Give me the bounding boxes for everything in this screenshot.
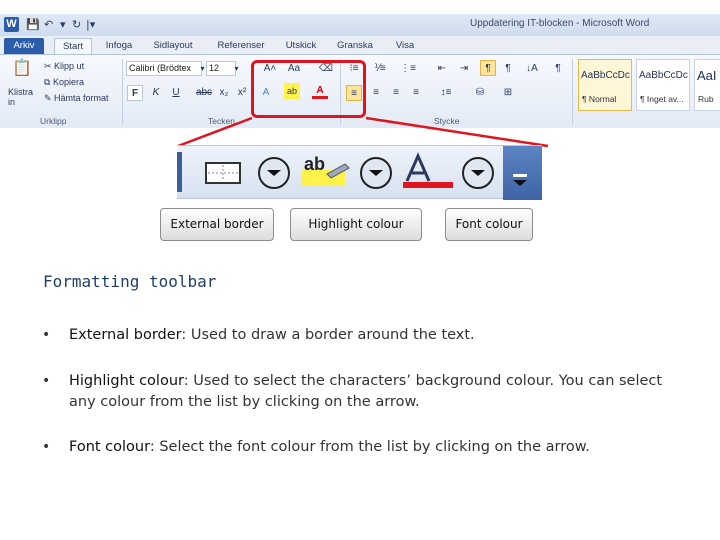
copy-button[interactable]: ⧉ Kopiera (44, 75, 84, 89)
paste-button[interactable]: Klistra in (8, 87, 38, 107)
zoom-edge-blue (503, 146, 542, 200)
style-preview: AaBbCcDc (639, 70, 688, 81)
paste-icon[interactable]: 📋 (12, 61, 32, 83)
format-painter-label: Hämta format (54, 93, 109, 103)
tab-review[interactable]: Granska (334, 38, 376, 54)
customize-icon[interactable]: |▾ (86, 17, 95, 33)
cut-label: Klipp ut (54, 61, 85, 71)
copy-icon: ⧉ (44, 77, 53, 87)
justify-icon[interactable]: ≡ (408, 85, 424, 101)
external-border-icon (205, 162, 241, 184)
bullet-term: Highlight colour (69, 373, 184, 389)
font-color-dropdown-icon (462, 157, 494, 189)
tab-start[interactable]: Start (54, 38, 92, 54)
word-logo-icon: W (4, 17, 19, 32)
tab-view[interactable]: Visa (390, 38, 420, 54)
bullet-dot: • (42, 373, 51, 389)
superscript-button[interactable]: x² (234, 85, 250, 101)
font-color-large-icon (403, 152, 453, 188)
font-size-dropdown-icon[interactable]: ▾ (232, 61, 241, 77)
tab-insert[interactable]: Infoga (98, 38, 140, 54)
tab-references[interactable]: Referenser (212, 38, 270, 54)
section-heading: Formatting toolbar (43, 272, 217, 291)
underline-button[interactable]: U (168, 85, 184, 101)
show-marks-icon[interactable]: ¶ (550, 61, 566, 77)
callout-external-border: External border (160, 208, 274, 241)
increase-indent-icon[interactable]: ⇥ (456, 61, 472, 77)
sort-icon[interactable]: ↓A (524, 61, 540, 77)
align-center-icon[interactable]: ≡ (368, 85, 384, 101)
style-preview: AaI (697, 68, 717, 83)
multilevel-list-icon[interactable]: ⋮≡ (400, 61, 416, 77)
style-normal[interactable]: AaBbCcDc ¶ Normal (578, 59, 632, 111)
bullet-term: External border (69, 327, 182, 343)
save-icon[interactable]: 💾 (26, 17, 40, 33)
bullet-desc: : Used to draw a border around the text. (181, 327, 475, 343)
italic-button[interactable]: K (148, 85, 164, 101)
align-right-icon[interactable]: ≡ (388, 85, 404, 101)
svg-text:ab: ab (304, 154, 325, 174)
bullet-dot: • (42, 327, 51, 343)
brush-icon: ✎ (44, 93, 55, 103)
copy-label: Kopiera (52, 77, 84, 87)
clipboard-group-label: Urklipp (40, 116, 67, 126)
decrease-indent-icon[interactable]: ⇤ (434, 61, 450, 77)
tab-page-layout[interactable]: Sidlayout (148, 38, 198, 54)
highlight-icon: ab (301, 154, 350, 186)
cut-button[interactable]: ✂ Klipp ut (44, 59, 84, 73)
style-name: ¶ Inget av... (640, 94, 684, 104)
more-dropdown-icon[interactable] (503, 146, 542, 200)
zoomed-toolbar: ab (177, 145, 542, 200)
highlight-box (251, 60, 366, 118)
style-name: Rub (698, 94, 714, 104)
redo-icon[interactable]: ↻ (72, 17, 81, 33)
style-preview: AaBbCcDc (581, 70, 630, 81)
bullet-desc: : Select the font colour from the list b… (149, 439, 590, 455)
borders-icon[interactable]: ⊞ (500, 85, 516, 101)
window-title: Uppdatering IT-blocken - Microsoft Word (470, 18, 650, 29)
rtl-direction-icon[interactable]: ¶ (500, 61, 516, 77)
tab-file[interactable]: Arkiv (4, 38, 44, 54)
bullet-item-font-colour: Font colour: Select the font colour from… (69, 437, 669, 458)
bullet-dot: • (42, 439, 51, 455)
strikethrough-button[interactable]: abc (194, 85, 214, 101)
format-painter-button[interactable]: ✎ Hämta format (44, 91, 109, 105)
undo-icon[interactable]: ↶ (44, 17, 53, 33)
group-divider (572, 59, 573, 125)
bullet-term: Font colour (69, 439, 150, 455)
line-spacing-icon[interactable]: ↕≡ (438, 85, 454, 101)
tab-mailings[interactable]: Utskick (280, 38, 322, 54)
ribbon-tabs: Arkiv Start Infoga Sidlayout Referenser … (0, 36, 720, 54)
title-bar: W 💾 ↶ ▾ ↻ |▾ Uppdatering IT-blocken - Mi… (0, 14, 720, 36)
numbering-icon[interactable]: ⅟≡ (372, 61, 388, 77)
font-group-label: Tecken (208, 116, 235, 126)
zoomed-icons: ab (205, 152, 494, 189)
shading-icon[interactable]: ⛁ (472, 85, 488, 101)
bold-button[interactable]: F (127, 85, 143, 101)
subscript-button[interactable]: x₂ (216, 85, 232, 101)
callout-font-colour: Font colour (445, 208, 533, 241)
style-name: ¶ Normal (582, 94, 617, 104)
undo-dropdown-icon[interactable]: ▾ (60, 17, 66, 33)
highlight-dropdown-icon (360, 157, 392, 189)
paragraph-group-label: Stycke (434, 116, 460, 126)
bullet-item-external-border: External border: Used to draw a border a… (69, 325, 669, 346)
scissors-icon: ✂ (44, 61, 55, 71)
style-no-spacing[interactable]: AaBbCcDc ¶ Inget av... (636, 59, 690, 111)
bullet-item-highlight-colour: Highlight colour: Used to select the cha… (69, 371, 669, 413)
group-divider (122, 59, 123, 125)
border-dropdown-icon (258, 157, 290, 189)
ltr-direction-icon[interactable]: ¶ (480, 60, 496, 76)
style-heading[interactable]: AaI Rub (694, 59, 720, 111)
callout-highlight-colour: Highlight colour (290, 208, 422, 241)
font-name-combo[interactable]: Calibri (Brödtex (126, 61, 202, 76)
